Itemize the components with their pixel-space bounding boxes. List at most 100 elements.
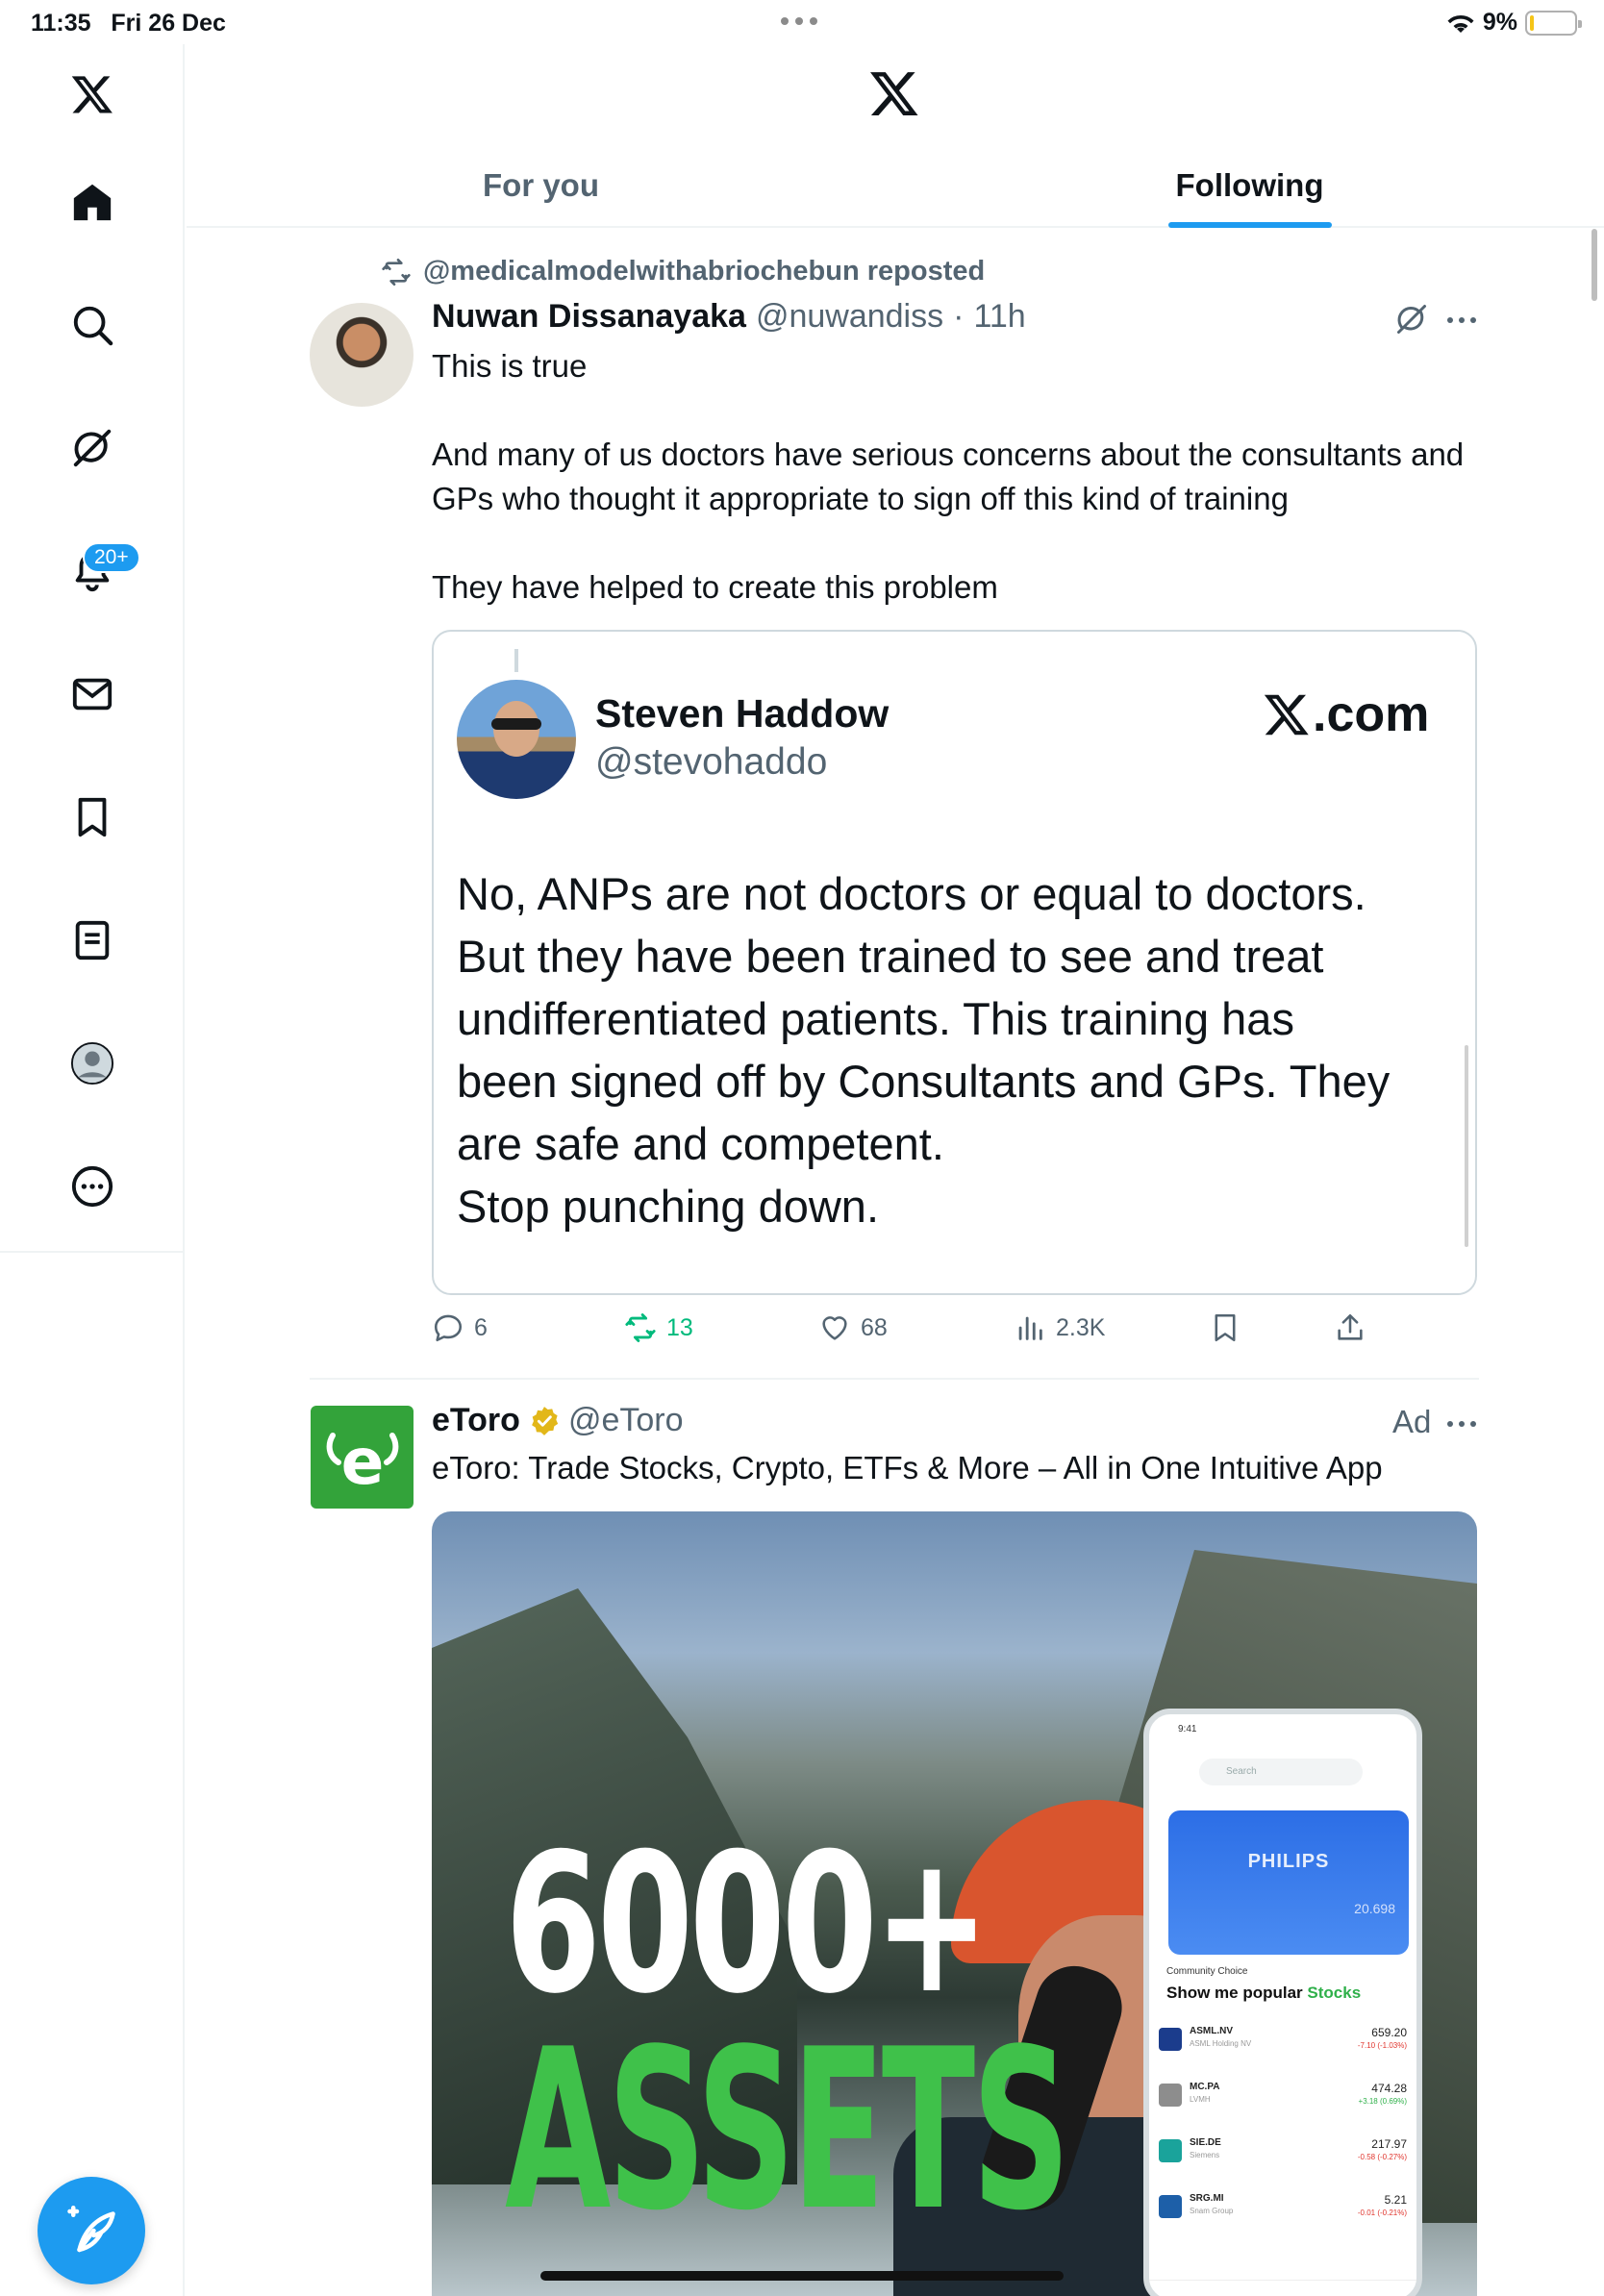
analytics-icon	[1018, 1316, 1042, 1340]
repost-count: 13	[666, 1313, 693, 1341]
grok-icon[interactable]	[63, 419, 121, 477]
embedded-handle: @stevohaddo	[595, 741, 828, 783]
multitasking-dots-icon[interactable]	[781, 17, 817, 25]
timeline-tabs: For you Following	[187, 144, 1604, 228]
bookmark-button[interactable]	[1209, 1311, 1241, 1344]
scrollbar[interactable]	[1591, 229, 1597, 301]
embedded-line: been signed off by Consultants and GPs. …	[457, 1056, 1391, 1107]
verified-gold-icon	[532, 1406, 559, 1435]
heart-icon	[822, 1316, 847, 1340]
mail-icon[interactable]	[63, 665, 121, 723]
compose-button[interactable]	[38, 2177, 145, 2284]
like-button[interactable]: 68	[818, 1311, 888, 1344]
sidebar: 20+	[0, 44, 185, 2296]
phone-search: Search	[1199, 1759, 1363, 1785]
ad-headline-number: 6000+	[505, 1812, 990, 2036]
tab-for-you[interactable]: For you	[187, 144, 895, 226]
stock-symbol: ASML.NV	[1190, 2026, 1233, 2036]
post-paragraph: This is true	[432, 348, 588, 384]
embedded-line: But they have been trained to see and tr…	[457, 931, 1324, 982]
embedded-scrollbar	[1465, 1045, 1468, 1247]
battery-percent: 9%	[1482, 9, 1517, 36]
reply-count: 6	[474, 1313, 488, 1341]
stock-price: 217.97	[1371, 2137, 1407, 2151]
author-avatar[interactable]	[310, 303, 414, 407]
repost-label: @medicalmodelwithabriochebun reposted	[423, 256, 986, 287]
ad-video[interactable]: 6000+ ASSETS 9:41 Search PHILIPS 20.698 …	[432, 1511, 1477, 2296]
list-icon[interactable]	[63, 911, 121, 969]
search-icon[interactable]	[63, 296, 121, 354]
wifi-icon	[1447, 14, 1474, 33]
x-com-brand: .com	[1263, 686, 1429, 743]
share-button[interactable]	[1334, 1311, 1366, 1344]
sidebar-divider	[0, 1251, 185, 1253]
ad-text: eToro: Trade Stocks, Crypto, ETFs & More…	[432, 1450, 1383, 1485]
repost-icon	[625, 1313, 656, 1342]
phone-stock-row: ASML.NV ASML Holding NV 659.20 -7.10 (-1.03…	[1159, 2020, 1413, 2074]
phone-card-value: 20.698	[1354, 1901, 1395, 1916]
post-separator: ·	[953, 298, 965, 335]
post-divider	[310, 1378, 1479, 1380]
phone-stock-card: PHILIPS 20.698	[1168, 1810, 1409, 1955]
tab-following[interactable]: Following	[895, 144, 1604, 228]
author-handle[interactable]: @nuwandiss	[756, 298, 943, 336]
x-logo-icon[interactable]	[63, 65, 121, 123]
stock-price: 474.28	[1371, 2082, 1407, 2095]
post-paragraph: They have helped to create this problem	[432, 569, 998, 605]
stock-name: Siemens	[1190, 2151, 1220, 2159]
views-button[interactable]: 2.3K	[1014, 1311, 1105, 1344]
divider	[514, 649, 518, 672]
embedded-media-card[interactable]: Steven Haddow @stevohaddo .com No, ANPs …	[432, 630, 1477, 1295]
ad-handle[interactable]: @eToro	[568, 1402, 684, 1439]
like-count: 68	[861, 1313, 888, 1341]
author-name[interactable]: Nuwan Dissanayaka	[432, 298, 746, 336]
more-icon[interactable]	[1442, 306, 1481, 335]
notification-badge: 20+	[83, 542, 140, 573]
ad-label: Ad	[1392, 1404, 1432, 1439]
post-time[interactable]: 11h	[973, 298, 1025, 336]
phone-stock-row: MC.PA LVMH 474.28 +3.18 (0.69%)	[1159, 2076, 1413, 2130]
stock-name: ASML Holding NV	[1190, 2039, 1252, 2048]
ad-header: eToro @eToro	[432, 1402, 684, 1439]
stock-price: 659.20	[1371, 2026, 1407, 2039]
avatar-icon[interactable]	[63, 1035, 121, 1092]
header-x-logo-icon[interactable]	[868, 67, 920, 119]
stock-change: -0.01 (-0.21%)	[1357, 2209, 1407, 2217]
repost-button[interactable]: 13	[624, 1311, 693, 1344]
stock-change: +3.18 (0.69%)	[1358, 2097, 1407, 2106]
phone-card-title: PHILIPS	[1247, 1851, 1330, 1872]
stock-symbol: MC.PA	[1190, 2082, 1220, 2092]
stock-price: 5.21	[1384, 2193, 1407, 2207]
stock-name: Snam Group	[1190, 2207, 1234, 2215]
more-circle-icon[interactable]	[63, 1158, 121, 1215]
stock-symbol: SRG.MI	[1190, 2193, 1224, 2204]
embedded-line: undifferentiated patients. This training…	[457, 993, 1294, 1044]
more-icon[interactable]	[1442, 1410, 1481, 1438]
grok-icon[interactable]	[1394, 302, 1429, 337]
brand-text: .com	[1313, 686, 1430, 742]
ad-name[interactable]: eToro	[432, 1402, 520, 1439]
etoro-logo[interactable]: e	[311, 1406, 414, 1509]
x-logo-icon	[1264, 694, 1309, 736]
embedded-line: are safe and competent.	[457, 1118, 944, 1169]
home-icon[interactable]	[63, 173, 121, 231]
stock-logo	[1159, 2195, 1182, 2218]
post-text: This is true And many of us doctors have…	[432, 344, 1480, 610]
phone-stock-row: SIE.DE Siemens 217.97 -0.58 (-0.27%)	[1159, 2132, 1413, 2185]
phone-stock-row: SRG.MI Snam Group 5.21 -0.01 (-0.21%)	[1159, 2187, 1413, 2241]
stock-change: -7.10 (-1.03%)	[1357, 2041, 1407, 2050]
active-tab-indicator	[1167, 222, 1332, 228]
ad-phone-mockup: 9:41 Search PHILIPS 20.698 Community Cho…	[1143, 1709, 1422, 2296]
stock-change: -0.58 (-0.27%)	[1357, 2153, 1407, 2161]
phone-tab-bar	[1149, 2280, 1416, 2296]
phone-section-label: Community Choice	[1166, 1966, 1248, 1977]
status-bar: 11:35 Fri 26 Dec 9%	[0, 0, 1604, 44]
home-indicator[interactable]	[540, 2271, 1064, 2281]
post-actions: 6 13 68 2.3K	[432, 1311, 1480, 1354]
repost-context[interactable]: @medicalmodelwithabriochebun reposted	[381, 256, 985, 287]
bookmark-icon[interactable]	[63, 788, 121, 846]
embedded-line: Stop punching down.	[457, 1181, 879, 1232]
reply-button[interactable]: 6	[432, 1311, 488, 1344]
embedded-text: No, ANPs are not doctors or equal to doc…	[457, 862, 1457, 1237]
stock-name: LVMH	[1190, 2095, 1211, 2104]
